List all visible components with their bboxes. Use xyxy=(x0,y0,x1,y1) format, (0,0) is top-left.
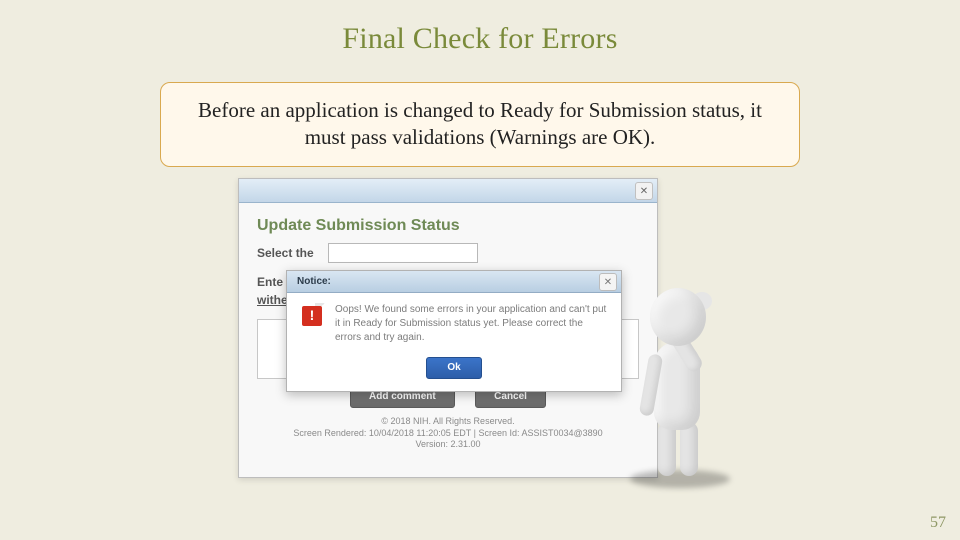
comment-label: Ente xyxy=(257,275,283,289)
select-status-label: Select the xyxy=(257,246,314,260)
update-status-heading: Update Submission Status xyxy=(257,217,639,235)
footer-version: Version: 2.31.00 xyxy=(257,439,639,451)
slide-title: Final Check for Errors xyxy=(0,0,960,56)
footer-render: Screen Rendered: 10/04/2018 11:20:05 EDT… xyxy=(257,428,639,440)
status-dropdown[interactable] xyxy=(328,243,478,263)
notice-message: Oops! We found some errors in your appli… xyxy=(335,303,609,345)
page-number: 57 xyxy=(930,514,946,532)
callout-box: Before an application is changed to Read… xyxy=(160,82,800,167)
error-icon: ! xyxy=(299,303,325,329)
confused-figure-icon xyxy=(590,262,750,484)
window-titlebar: ✕ xyxy=(239,179,657,203)
notice-title: Notice: xyxy=(297,276,331,287)
notice-modal: Notice: ✕ ! Oops! We found some errors i… xyxy=(286,270,622,392)
ok-button[interactable]: Ok xyxy=(426,357,482,379)
comment-sub-label: withe xyxy=(257,293,288,307)
footer-text: © 2018 NIH. All Rights Reserved. Screen … xyxy=(257,416,639,451)
close-icon[interactable]: ✕ xyxy=(635,182,653,200)
footer-copyright: © 2018 NIH. All Rights Reserved. xyxy=(257,416,639,428)
notice-titlebar: Notice: ✕ xyxy=(287,271,621,293)
